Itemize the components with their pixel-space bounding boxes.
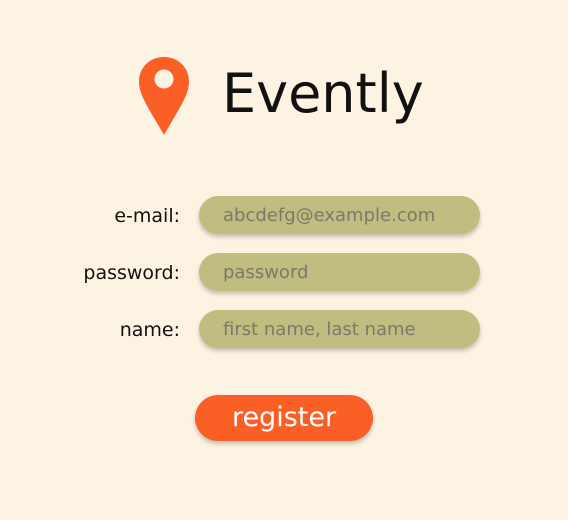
password-field[interactable] bbox=[199, 253, 480, 291]
register-button[interactable]: register bbox=[195, 395, 373, 441]
name-field[interactable] bbox=[199, 310, 480, 348]
email-label: e-mail: bbox=[114, 205, 180, 227]
password-row: password: bbox=[0, 253, 568, 293]
email-row: e-mail: bbox=[0, 196, 568, 236]
name-row: name: bbox=[0, 310, 568, 350]
map-pin-icon bbox=[139, 57, 189, 135]
email-field[interactable] bbox=[199, 196, 480, 234]
password-label: password: bbox=[83, 262, 180, 284]
app-title: Evently bbox=[222, 62, 424, 125]
brand-logo bbox=[138, 54, 190, 138]
name-label: name: bbox=[119, 319, 180, 341]
